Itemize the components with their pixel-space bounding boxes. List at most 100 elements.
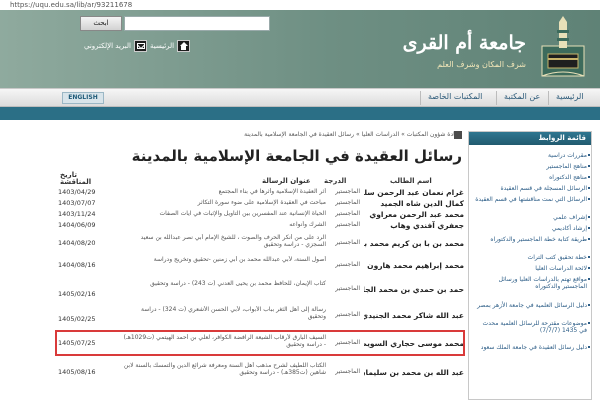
col-header-degree: الدرجة [324, 177, 347, 185]
university-slogan: شرف المكان وشرف العلم [437, 60, 526, 69]
cell-degree: الماجستير [335, 199, 360, 206]
cell-name: كمال الدين شاه الجميد [380, 199, 464, 208]
cell-date: 1404/08/16 [58, 261, 96, 269]
sidebar-link-label[interactable]: دليل الرسائل العلمية في جامعة الأزهر بمص… [477, 302, 587, 309]
sidebar-link-label[interactable]: إشراف علمي [553, 214, 587, 221]
sub-navbar [0, 107, 600, 120]
col-header-date: تاريخ المناقشة [60, 171, 92, 186]
cell-name: جعفري آفندي وهاب [390, 221, 464, 230]
links-sidebar: قائمة الروابط مقررات دراسية مناهج الماجس… [468, 131, 592, 400]
university-logo-icon [541, 16, 585, 77]
mail-icon[interactable] [133, 40, 147, 52]
nav-divider [496, 91, 497, 105]
table-row: غرام نعمان عبد الرحمن سلهب الماجستير أثر… [58, 188, 464, 198]
sidebar-link[interactable]: موضوعات مقترحة للرسائل العلمية محدث في 1… [475, 320, 590, 334]
col-header-title: عنوان الرسالة [262, 177, 311, 185]
col-header-name: اسم الطالب [390, 177, 432, 185]
table-row: جعفري آفندي وهاب الماجستير الشرك وأنواعه… [58, 221, 464, 231]
cell-title[interactable]: الكتاب اللطيف لشرح مذهب أهل السنة ومعرفة… [122, 362, 326, 382]
sidebar-link-label[interactable]: مقررات دراسية [548, 152, 587, 159]
nav-item-about[interactable]: عن المكتبة [504, 92, 540, 101]
cell-title[interactable]: أثر العقيدة الإسلامية وأثرها في بناء الم… [122, 188, 326, 195]
cell-title[interactable]: الرد على من أنكر الحرف والصوت ، للشيخ ال… [122, 234, 326, 250]
sidebar-link[interactable]: إرشاد أكاديمي [475, 225, 590, 232]
cell-degree: الماجستير [335, 261, 360, 268]
sidebar-link[interactable]: الرسائل التي نمت مناقشتها في قسم العقيدة [475, 196, 590, 203]
cell-name: محمد إبراهيم محمد هارون [367, 261, 464, 270]
sidebar-link-label[interactable]: مواقع تهتم بالدراسات العليا ورسائل الماج… [499, 276, 587, 290]
cell-title[interactable]: أصول السنة، لأبي عبدالله محمد بن أبي زمن… [122, 256, 326, 272]
table-row: محمد عبد الرحمن معراوي الماجستير الحياة … [58, 210, 464, 220]
page-title: رسائل العقيدة في الجامعة الإسلامية بالمد… [131, 147, 462, 165]
cell-date: 1405/02/25 [58, 315, 96, 323]
home-icon[interactable] [177, 40, 191, 52]
sidebar-link-label[interactable]: دليل رسائل العقيدة في جامعة الملك سعود [481, 344, 587, 351]
email-link[interactable]: البريد الإلكتروني [84, 40, 147, 52]
sidebar-link-label[interactable]: لائحة الدراسات العليا [535, 265, 587, 272]
sidebar-link-label[interactable]: إرشاد أكاديمي [552, 225, 587, 232]
sidebar-link[interactable]: خطة تحقيق كتب التراث [475, 254, 590, 261]
sidebar-link[interactable]: دليل الرسائل العلمية في جامعة الأزهر بمص… [475, 302, 590, 309]
sidebar-link[interactable]: مناهج الدكتوراه [475, 174, 590, 181]
email-link-label[interactable]: البريد الإلكتروني [84, 42, 131, 50]
sidebar-link[interactable]: مواقع تهتم بالدراسات العليا ورسائل الماج… [475, 276, 590, 290]
sidebar-link[interactable]: الرسائل المسجلة في قسم العقيدة [475, 185, 590, 192]
sidebar-link[interactable]: مناهج الماجستير [475, 163, 590, 170]
search-input[interactable] [124, 16, 270, 31]
sidebar-link-label[interactable]: الرسائل التي نمت مناقشتها في قسم العقيدة [475, 196, 587, 203]
cell-degree: الماجستير [335, 239, 360, 246]
site-header: ابحث البريد الإلكتروني الرئيسية جامعة أم… [0, 10, 600, 88]
breadcrumb[interactable]: عمادة شؤون المكتبات » الدراسات العليا » … [62, 131, 462, 143]
cell-degree: الماجستير [335, 311, 360, 318]
sidebar-link[interactable]: إشراف علمي [475, 214, 590, 221]
cell-date: 1405/02/16 [58, 290, 96, 298]
english-button[interactable]: ENGLISH [62, 92, 104, 104]
cell-degree: الماجستير [335, 285, 360, 292]
highlight-box [55, 330, 465, 356]
nav-item-home[interactable]: الرئيسية [556, 92, 584, 101]
cell-name: عبد الله شاكر محمد الجنيدي [364, 311, 464, 320]
cell-name: محمد عبد الرحمن معراوي [369, 210, 464, 219]
table-row: حمد بن حمدي بن محمد الجابري الحربي الماج… [58, 280, 464, 300]
table-row: عبد الله شاكر محمد الجنيدي الماجستير رسا… [58, 306, 464, 326]
sidebar-link-label[interactable]: مناهج الدكتوراه [549, 174, 587, 181]
url-text[interactable]: https://uqu.edu.sa/lib/ar/93211678 [10, 1, 132, 9]
cell-name: عبد الله بن محمد بن سليمان المصيري [364, 368, 464, 377]
sidebar-link-label[interactable]: مناهج الماجستير [546, 163, 587, 170]
cell-degree: الماجستير [335, 221, 360, 228]
sidebar-link-label[interactable]: موضوعات مقترحة للرسائل العلمية محدث في 1… [483, 320, 587, 334]
cell-name: حمد بن حمدي بن محمد الجابري الحربي [364, 285, 464, 294]
table-row: محمد بن با بن كريم محمد با عبد الله الما… [58, 234, 464, 254]
cell-date: 1405/08/16 [58, 368, 96, 376]
sidebar-link[interactable]: لائحة الدراسات العليا [475, 265, 590, 272]
sidebar-link[interactable]: مقررات دراسية [475, 152, 590, 159]
cell-title[interactable]: كتاب الإيمان، للحافظ محمد بن يحيى العدني… [122, 280, 326, 296]
cell-title[interactable]: الحياة الإنسانية عند المفسرين بين التأوي… [122, 210, 326, 217]
home-link-label[interactable]: الرئيسية [150, 42, 174, 50]
cell-title[interactable]: مباحث في العقيدة الإسلامية على ضوء سورة … [122, 199, 326, 206]
cell-degree: الماجستير [335, 210, 360, 217]
address-bar[interactable]: https://uqu.edu.sa/lib/ar/93211678 [0, 0, 600, 10]
sidebar-link[interactable]: دليل رسائل العقيدة في جامعة الملك سعود [475, 344, 590, 351]
search-button[interactable]: ابحث [80, 16, 122, 31]
sidebar-link-label[interactable]: الرسائل المسجلة في قسم العقيدة [500, 185, 587, 192]
nav-item-special-libraries[interactable]: المكتبات الخاصة [428, 92, 482, 101]
table-row: محمد إبراهيم محمد هارون الماجستير أصول ا… [58, 256, 464, 276]
cell-date: 1404/06/09 [58, 221, 96, 229]
sidebar-title: قائمة الروابط [469, 132, 591, 145]
cell-date: 1403/07/07 [58, 199, 96, 207]
cell-title[interactable]: رسالة إلى أهل الثغر بباب الأبواب، لأبي ا… [122, 306, 326, 322]
cell-date: 1403/11/24 [58, 210, 96, 218]
sidebar-link-label[interactable]: طريقة كتابة خطة الماجستير والدكتوراه [490, 236, 587, 243]
nav-divider [548, 91, 549, 105]
breadcrumb-home-icon[interactable] [454, 131, 462, 139]
table-row: كمال الدين شاه الجميد الماجستير مباحث في… [58, 199, 464, 209]
cell-date: 1403/04/29 [58, 188, 96, 196]
cell-degree: الماجستير [335, 188, 360, 195]
cell-degree: الماجستير [335, 368, 360, 375]
sidebar-link-label[interactable]: خطة تحقيق كتب التراث [528, 254, 587, 261]
cell-title[interactable]: الشرك وأنواعه [122, 221, 326, 228]
home-link[interactable]: الرئيسية [150, 40, 191, 52]
cell-name: غرام نعمان عبد الرحمن سلهب [364, 188, 464, 197]
sidebar-link[interactable]: طريقة كتابة خطة الماجستير والدكتوراه [475, 236, 590, 243]
